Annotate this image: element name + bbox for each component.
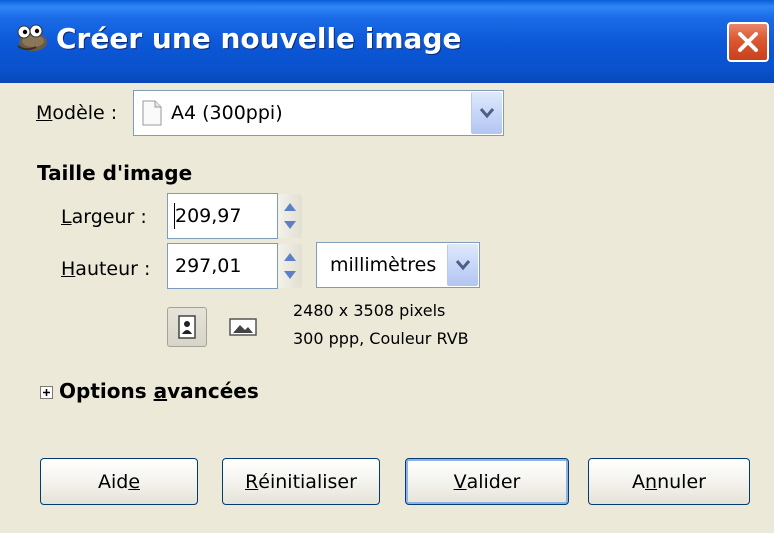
pixel-size-info: 2480 x 3508 pixels xyxy=(293,301,446,320)
height-input[interactable]: 297,01 xyxy=(167,243,278,289)
title-bar[interactable]: Créer une nouvelle image xyxy=(0,0,774,83)
reset-button[interactable]: Réinitialiser xyxy=(222,458,380,505)
cancel-button[interactable]: An nuler xyxy=(588,458,750,505)
width-input[interactable]: 209,97 xyxy=(167,193,278,239)
help-button[interactable]: Aid e xyxy=(40,458,198,505)
height-spinner[interactable] xyxy=(278,244,302,288)
window-title: Créer une nouvelle image xyxy=(56,22,462,55)
plus-icon xyxy=(43,389,50,396)
resolution-info: 300 ppp, Couleur RVB xyxy=(293,329,469,348)
advanced-options-toggle[interactable]: Options avancées xyxy=(59,379,259,403)
close-button[interactable] xyxy=(727,22,769,62)
portrait-button[interactable] xyxy=(167,307,207,347)
unit-dropdown-button[interactable] xyxy=(447,244,478,286)
template-dropdown-button[interactable] xyxy=(471,92,502,134)
template-value: A4 (300ppi) xyxy=(171,102,283,124)
portrait-icon xyxy=(178,315,196,339)
image-size-heading: Taille d'image xyxy=(37,161,193,185)
template-select[interactable]: A4 (300ppi) xyxy=(133,90,504,136)
width-spinner[interactable] xyxy=(278,194,302,238)
unit-value: millimètres xyxy=(330,254,437,276)
ok-button[interactable]: Valider xyxy=(405,458,569,505)
spin-arrows-icon xyxy=(284,253,296,279)
width-label: Largeur : xyxy=(61,206,147,228)
gimp-wilber-icon xyxy=(12,20,52,56)
landscape-button[interactable] xyxy=(225,309,261,345)
spin-arrows-icon xyxy=(284,203,296,229)
expand-icon[interactable] xyxy=(40,386,53,399)
landscape-icon xyxy=(229,318,257,336)
height-label: Hauteur : xyxy=(61,258,151,280)
width-value: 209,97 xyxy=(175,205,242,227)
dialog-body: Modèle : A4 (300ppi) Taille d'image Larg… xyxy=(0,83,774,533)
text-caret xyxy=(174,203,175,229)
chevron-down-icon xyxy=(479,108,495,119)
document-icon xyxy=(142,100,162,126)
unit-select[interactable]: millimètres xyxy=(316,242,480,288)
height-value: 297,01 xyxy=(175,255,242,277)
template-label: Modèle : xyxy=(36,102,118,124)
chevron-down-icon xyxy=(455,260,471,271)
close-icon xyxy=(738,32,758,52)
